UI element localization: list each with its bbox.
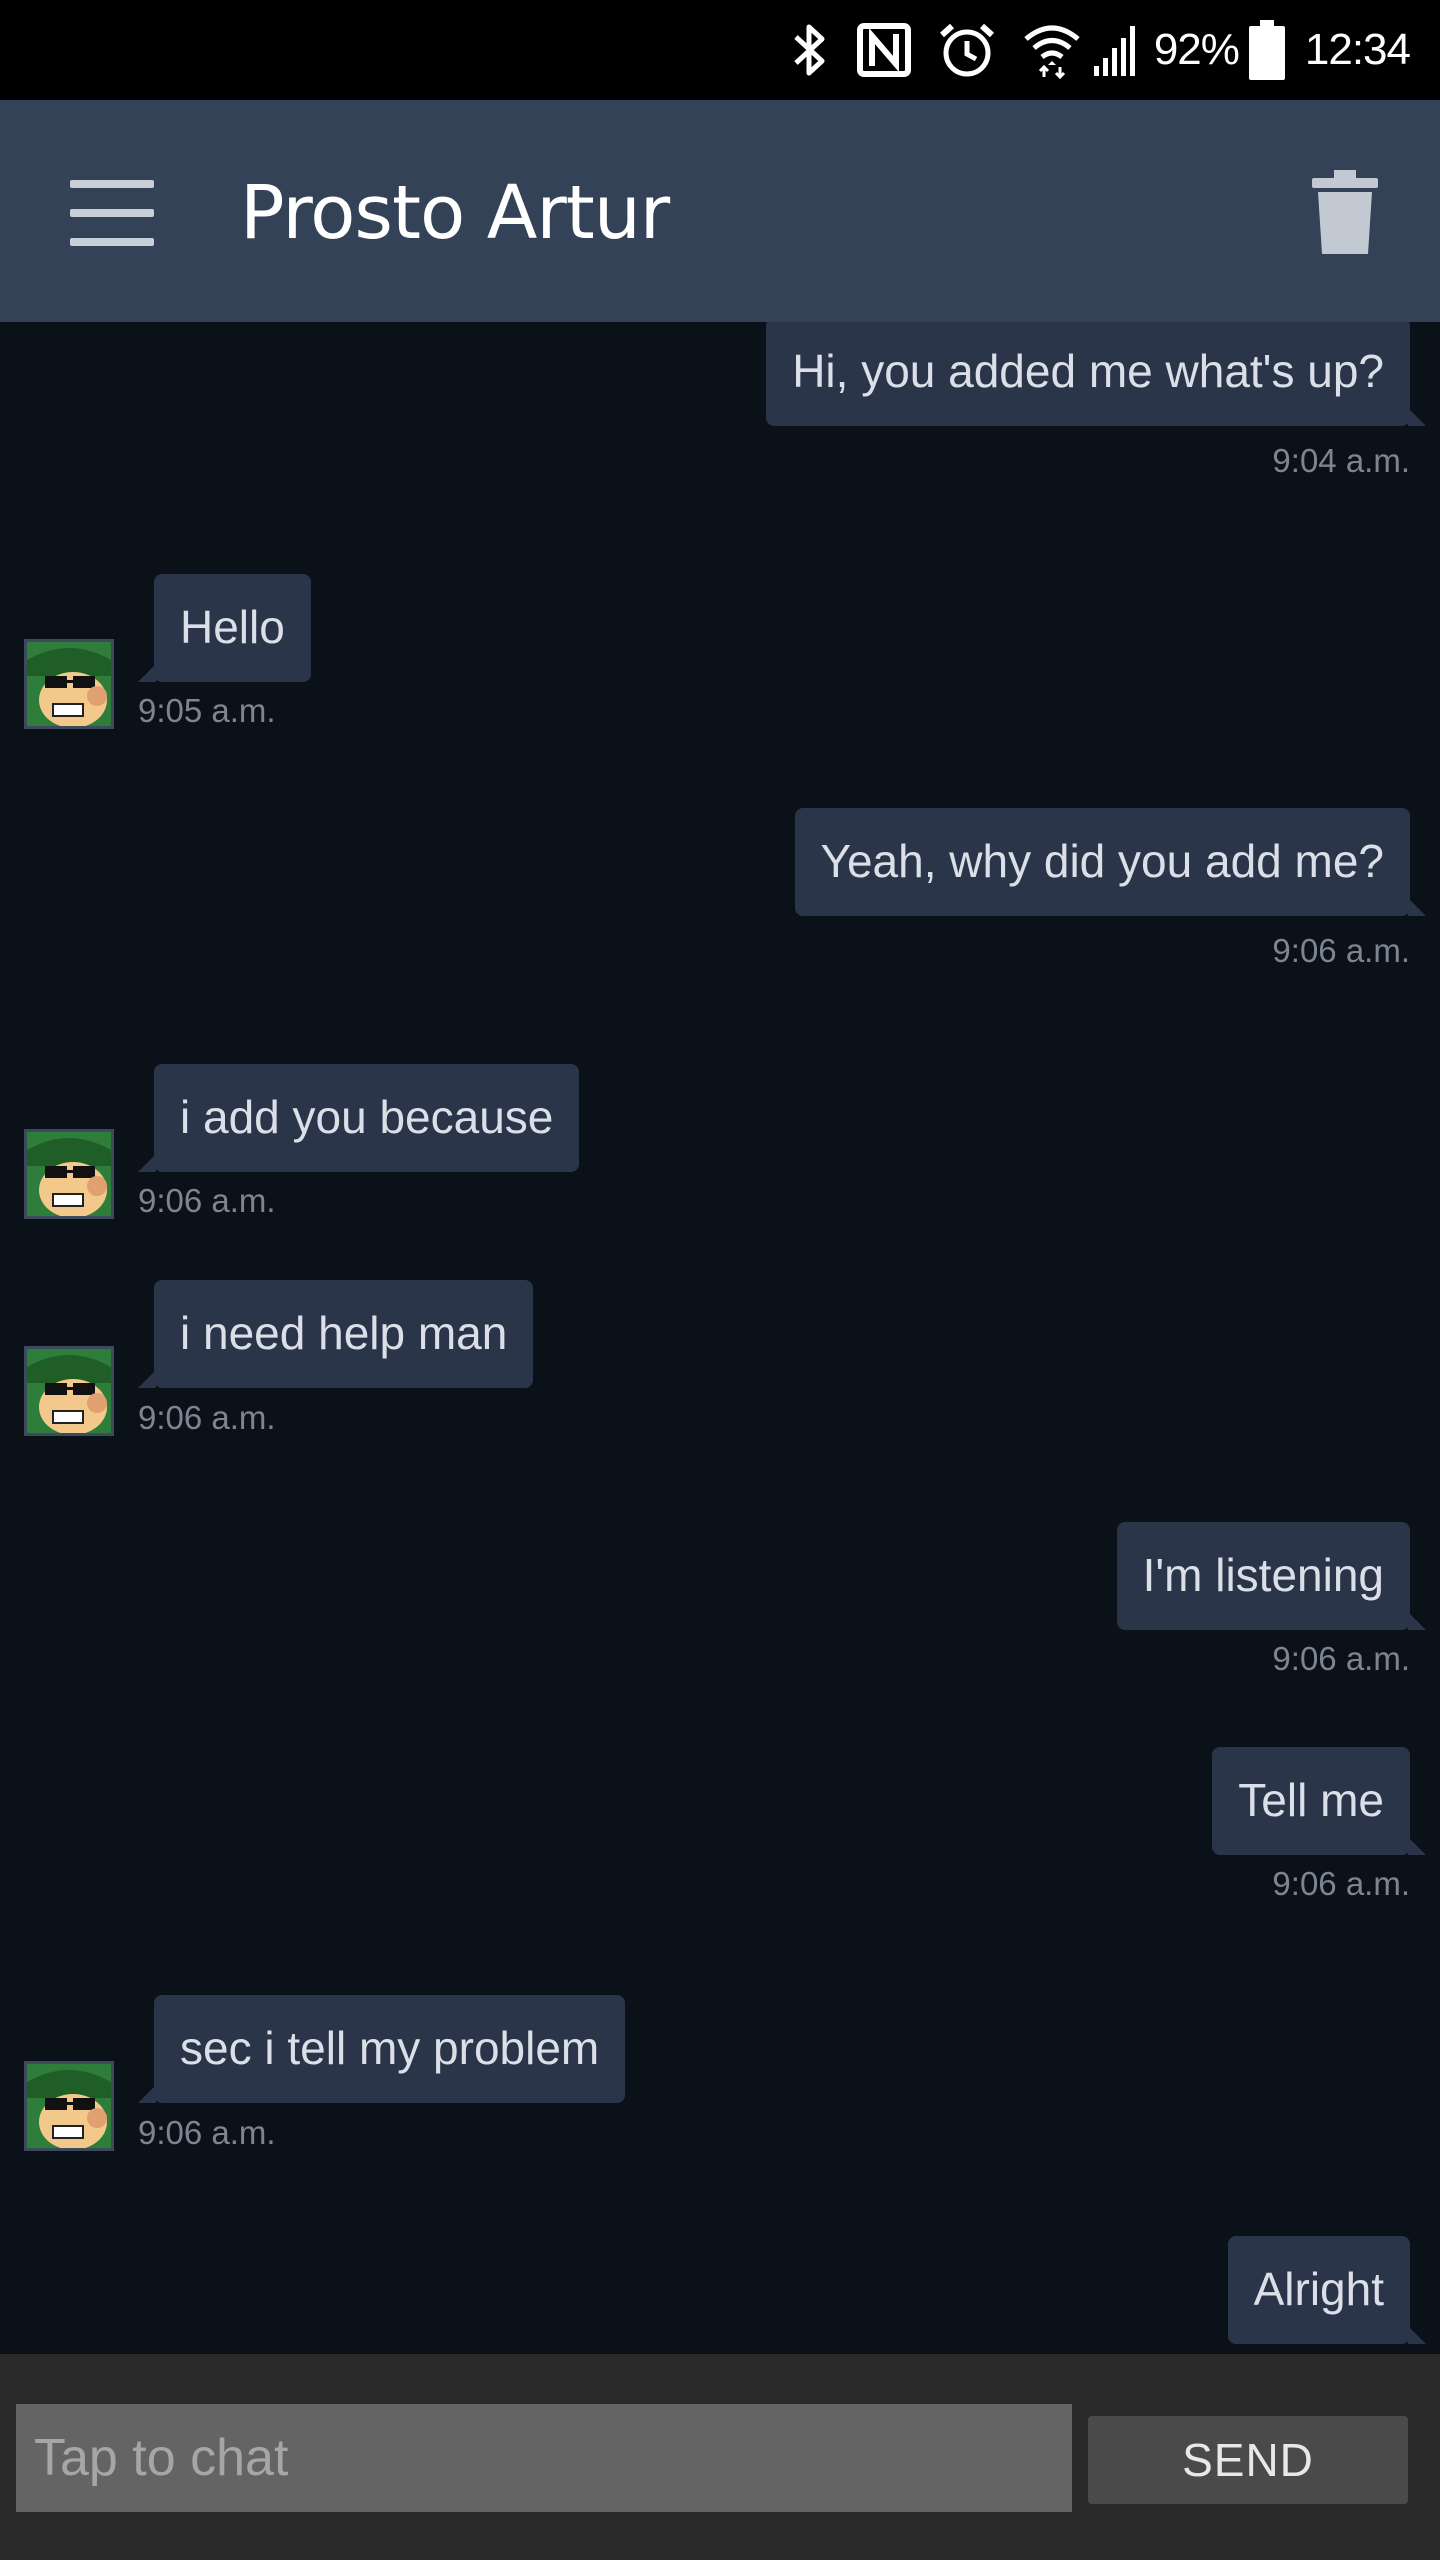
alarm-icon bbox=[938, 21, 996, 79]
outgoing-message-bubble[interactable]: Hi, you added me what's up? bbox=[766, 322, 1426, 426]
outgoing-message-bubble[interactable]: I'm listening bbox=[1116, 1522, 1427, 1630]
message-timestamp: 9:06 a.m. bbox=[1272, 1640, 1410, 1677]
hamburger-menu-icon[interactable] bbox=[70, 180, 154, 246]
incoming-message-bubble[interactable]: Hello bbox=[138, 574, 311, 682]
battery-icon bbox=[1248, 20, 1285, 80]
message-list[interactable]: Hi, you added me what's up? 9:04 a.m. He… bbox=[0, 322, 1440, 2354]
outgoing-message-bubble[interactable]: Alright bbox=[1227, 2236, 1427, 2344]
avatar[interactable] bbox=[24, 2061, 114, 2151]
message-timestamp: 9:06 a.m. bbox=[138, 2114, 276, 2151]
nfc-icon bbox=[856, 22, 912, 78]
page-title: Prosto Artur bbox=[240, 170, 670, 256]
message-timestamp: 9:06 a.m. bbox=[138, 1182, 276, 1219]
chat-input-bar: SEND bbox=[0, 2354, 1440, 2560]
bluetooth-icon bbox=[790, 21, 830, 79]
incoming-message-bubble[interactable]: i need help man bbox=[137, 1280, 534, 1388]
send-button[interactable]: SEND bbox=[1088, 2416, 1408, 2504]
incoming-message-bubble[interactable]: i add you because bbox=[137, 1064, 580, 1172]
message-timestamp: 9:06 a.m. bbox=[1272, 932, 1410, 969]
app-bar: Prosto Artur bbox=[0, 100, 1440, 322]
avatar[interactable] bbox=[24, 1129, 114, 1219]
outgoing-message-bubble[interactable]: Yeah, why did you add me? bbox=[794, 808, 1427, 916]
message-timestamp: 9:06 a.m. bbox=[138, 1399, 276, 1436]
signal-icon bbox=[1090, 22, 1140, 78]
avatar[interactable] bbox=[24, 1346, 114, 1436]
chat-input[interactable] bbox=[16, 2404, 1072, 2512]
message-timestamp: 9:06 a.m. bbox=[1272, 1865, 1410, 1902]
message-timestamp: 9:05 a.m. bbox=[138, 692, 276, 729]
avatar[interactable] bbox=[24, 639, 114, 729]
status-bar: 92% 12:34 bbox=[0, 0, 1440, 100]
message-timestamp: 9:04 a.m. bbox=[1272, 442, 1410, 479]
trash-icon[interactable] bbox=[1312, 170, 1378, 254]
incoming-message-bubble[interactable]: sec i tell my problem bbox=[137, 1995, 626, 2103]
wifi-icon bbox=[1022, 21, 1082, 79]
battery-percent: 92% bbox=[1153, 25, 1240, 74]
status-time: 12:34 bbox=[1304, 25, 1411, 74]
outgoing-message-bubble[interactable]: Tell me bbox=[1212, 1747, 1426, 1855]
